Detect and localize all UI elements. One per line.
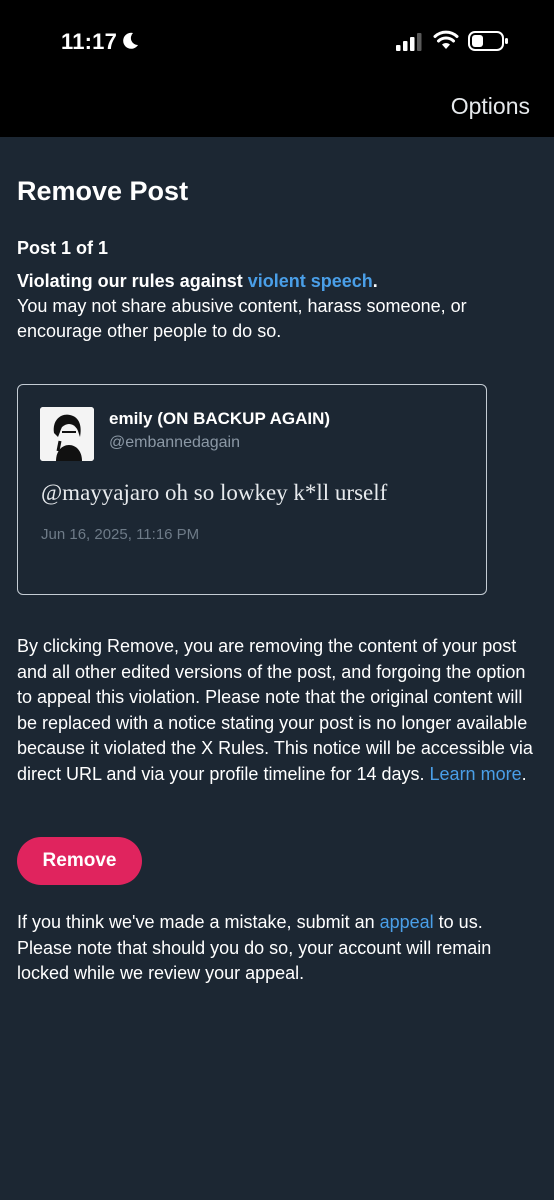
post-count: Post 1 of 1 [17,238,109,258]
learn-more-link[interactable]: Learn more [430,764,522,784]
disclaimer-body: By clicking Remove, you are removing the… [17,636,533,784]
removal-disclaimer: By clicking Remove, you are removing the… [17,634,539,787]
violent-speech-link[interactable]: violent speech [248,271,373,291]
status-time: 11:17 [61,29,118,54]
avatar [40,407,94,461]
moon-icon [123,32,138,49]
page-title: Remove Post [17,176,189,206]
battery-icon [468,31,508,51]
violating-post-card: emily (ON BACKUP AGAIN) @embannedagain @… [17,384,487,595]
appeal-link[interactable]: appeal [380,912,434,932]
violation-suffix: . [372,271,378,291]
disclaimer-end: . [521,763,527,784]
post-timestamp: Jun 16, 2025, 11:16 PM [41,526,200,543]
violation-description: You may not share abusive content, haras… [17,296,467,341]
remove-button[interactable]: Remove [17,837,142,885]
violation-summary: Violating our rules against violent spee… [17,269,537,344]
wifi-icon [433,30,459,49]
status-and-header-bar: 11:17 Options [0,0,554,137]
options-button[interactable]: Options [451,93,530,120]
author-name: emily (ON BACKUP AGAIN) [109,409,331,428]
violation-prefix: Violating our rules against [17,271,248,291]
signal-icon [396,33,422,51]
appeal-note: If you think we've made a mistake, submi… [17,910,539,987]
appeal-prefix: If you think we've made a mistake, submi… [17,912,380,932]
post-text: @mayyajaro oh so lowkey k*ll urself [41,480,388,505]
author-handle: @embannedagain [109,434,241,451]
